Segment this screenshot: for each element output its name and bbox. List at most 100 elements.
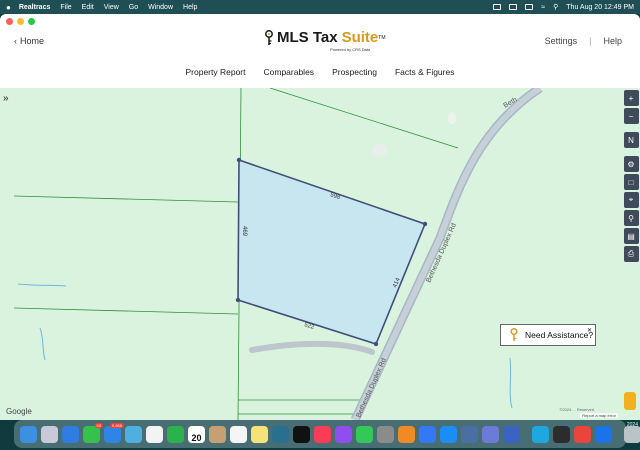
header-separator: | <box>589 36 592 46</box>
finder-icon[interactable] <box>20 425 37 443</box>
close-icon[interactable]: ✕ <box>587 327 592 334</box>
zoom-app-icon[interactable] <box>503 425 520 443</box>
header-links: Settings | Help <box>545 36 622 46</box>
menu-window[interactable]: Window <box>148 4 173 11</box>
app-store-icon[interactable] <box>440 425 457 443</box>
stream-line <box>509 357 513 409</box>
photos-icon[interactable] <box>146 425 163 443</box>
contacts-icon[interactable] <box>209 425 226 443</box>
google-attribution: Google <box>6 407 32 416</box>
nav-comparables[interactable]: Comparables <box>264 67 315 77</box>
search-map-icon[interactable]: ⚲ <box>623 210 639 226</box>
menu-view[interactable]: View <box>104 4 119 11</box>
street-view-pegman-icon[interactable] <box>624 392 636 410</box>
screen-icon[interactable] <box>493 4 502 10</box>
nav-property-report[interactable]: Property Report <box>186 67 246 77</box>
logo-text-suite: Suite <box>341 29 379 46</box>
road-label: Bethesda Duplex Rd <box>355 357 388 419</box>
calendar-icon[interactable]: 20 <box>188 425 205 443</box>
freeform-icon[interactable] <box>272 425 289 443</box>
dimension-label-left: 469 <box>241 226 247 237</box>
menu-edit[interactable]: Edit <box>82 4 94 11</box>
settings-link[interactable]: Settings <box>545 36 578 46</box>
select-area-icon[interactable]: □ <box>623 174 639 190</box>
parcel-vertex[interactable] <box>235 297 241 303</box>
zoom-in-button[interactable]: + <box>623 90 639 106</box>
messages-icon[interactable]: 53 <box>83 422 103 443</box>
status-area: ≈ ⚲ Thu Aug 20 12:49 PM <box>493 3 634 11</box>
parcel-vertex[interactable] <box>422 221 428 227</box>
facetime-icon[interactable] <box>167 425 184 443</box>
selected-parcel[interactable] <box>237 158 427 345</box>
downloads-folder-icon[interactable] <box>624 425 640 443</box>
search-icon[interactable]: ⚲ <box>553 3 558 11</box>
powered-by-text: Powered by CRS Data <box>330 47 371 52</box>
reminders-icon[interactable] <box>230 425 247 443</box>
key-icon <box>510 328 518 342</box>
expand-sidebar-icon[interactable]: » <box>3 93 9 104</box>
gear-icon[interactable]: ⚙ <box>623 156 639 172</box>
main-nav: Property Report Comparables Prospecting … <box>0 58 640 86</box>
minimize-window-button[interactable] <box>17 17 24 25</box>
parcel-boundary-line <box>13 195 239 203</box>
nav-facts-figures[interactable]: Facts & Figures <box>395 67 455 77</box>
report-map-error-link[interactable]: Report a map error <box>580 413 618 418</box>
need-assistance-button[interactable]: Need Assistance? ✕ <box>500 324 596 346</box>
mail-badge: 9,865 <box>109 422 124 428</box>
zoom-window-button[interactable] <box>28 17 35 25</box>
stream-line <box>39 327 46 361</box>
safari-icon[interactable] <box>62 425 79 443</box>
layers-icon[interactable]: ▤ <box>623 228 639 244</box>
battery-icon[interactable] <box>525 4 534 10</box>
display-icon[interactable] <box>509 4 518 10</box>
podcasts-icon[interactable] <box>335 425 352 443</box>
parcel-vertex[interactable] <box>236 157 242 163</box>
menu-file[interactable]: File <box>60 4 71 11</box>
quick-look-icon[interactable] <box>532 425 549 443</box>
parcel-vertex[interactable] <box>373 341 379 347</box>
gravel-path <box>249 340 375 355</box>
map-canvas[interactable]: 598 414 522 469 Bethesda Duplex Rd Bethe… <box>0 88 640 420</box>
close-window-button[interactable] <box>6 17 13 25</box>
clearing <box>448 112 456 124</box>
keynote-icon[interactable] <box>419 425 436 443</box>
menubar-clock[interactable]: Thu Aug 20 12:49 PM <box>566 4 634 11</box>
nav-prospecting[interactable]: Prospecting <box>332 67 377 77</box>
chrome-icon[interactable] <box>574 425 591 443</box>
compass-icon[interactable]: N <box>623 132 639 148</box>
map-toolbar: + − N ⚙ □ ⌖ ⚲ ▤ ⎙ <box>622 88 640 262</box>
zoom-out-button[interactable]: − <box>623 108 639 124</box>
mail-icon[interactable]: 9,865 <box>104 422 124 443</box>
mls-tax-suite-logo: MLS Tax Suite TM Powered by CRS Data <box>264 29 386 52</box>
menu-go[interactable]: Go <box>129 4 138 11</box>
backup-icon[interactable] <box>553 425 570 443</box>
launchpad-icon[interactable] <box>41 425 58 443</box>
preview-icon[interactable] <box>461 425 478 443</box>
logo-text-mls-tax: MLS Tax <box>277 29 338 46</box>
clearing <box>372 144 388 156</box>
app-window: ‹ Home MLS Tax Suite TM Powered by CRS D… <box>0 14 640 420</box>
maps-icon[interactable] <box>125 425 142 443</box>
wifi-icon[interactable]: ≈ <box>541 4 545 11</box>
system-settings-icon[interactable] <box>377 425 394 443</box>
apple-menu-icon[interactable]: ● <box>6 3 11 12</box>
print-icon[interactable]: ⎙ <box>623 246 639 262</box>
realtracs-icon[interactable] <box>482 425 499 443</box>
music-icon[interactable] <box>314 425 331 443</box>
help-link[interactable]: Help <box>603 36 622 46</box>
numbers-icon[interactable] <box>356 425 373 443</box>
pages-icon[interactable] <box>398 425 415 443</box>
apple-tv-icon[interactable] <box>293 425 310 443</box>
home-link[interactable]: ‹ Home <box>14 36 44 46</box>
map-area[interactable]: 598 414 522 469 Bethesda Duplex Rd Bethe… <box>0 88 640 420</box>
notes-icon[interactable] <box>251 425 268 443</box>
outlook-icon[interactable] <box>595 425 612 443</box>
chevron-left-icon: ‹ <box>14 36 17 46</box>
menu-bar: ● Realtracs File Edit View Go Window Hel… <box>0 0 640 14</box>
logo-trademark: TM <box>378 34 386 41</box>
app-menu-name[interactable]: Realtracs <box>19 4 51 11</box>
app-header: ‹ Home MLS Tax Suite TM Powered by CRS D… <box>0 28 640 58</box>
menu-help[interactable]: Help <box>183 4 197 11</box>
target-icon[interactable]: ⌖ <box>623 192 639 208</box>
dock-year-text: 2024 <box>626 422 638 428</box>
